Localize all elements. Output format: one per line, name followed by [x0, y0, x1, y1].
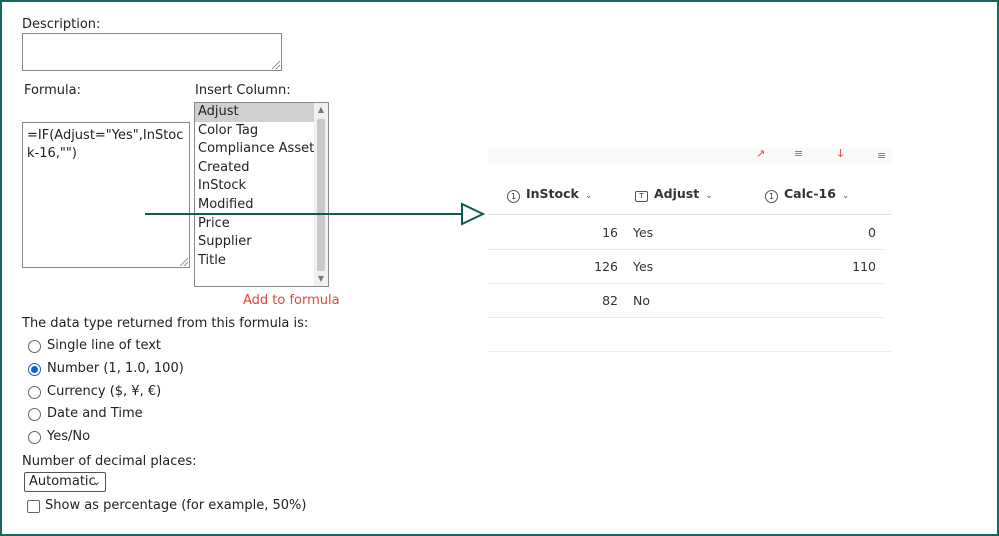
insert-column-label: Insert Column:	[195, 83, 291, 98]
list-view-panel: ↗ ≡ ↓ ≡ 1 InStock ⌄ T Adjust ⌄ 1 Calc-16 ⌄ 16 …	[488, 148, 892, 354]
toolbar-icon-4[interactable]: ≡	[877, 150, 886, 162]
scrollbar-thumb[interactable]	[317, 119, 325, 271]
cell-instock: 126	[594, 259, 618, 274]
radio-single-line-text[interactable]	[28, 340, 41, 353]
column-option-color-tag[interactable]: Color Tag	[195, 122, 316, 141]
description-label: Description:	[22, 17, 101, 32]
cell-instock: 16	[602, 225, 618, 240]
radio-label-date-time: Date and Time	[47, 406, 143, 421]
toolbar-icon-3[interactable]: ↓	[836, 148, 845, 160]
decimal-places-select[interactable]: Automatic ⌄	[24, 472, 106, 492]
table-row[interactable]: 82 No	[488, 283, 884, 318]
show-percentage-label: Show as percentage (for example, 50%)	[45, 498, 307, 513]
column-header-label: InStock	[526, 186, 579, 201]
column-header-label: Calc-16	[784, 186, 836, 201]
callout-arrow-head-icon	[461, 202, 486, 226]
radio-label-yes-no: Yes/No	[47, 429, 91, 444]
column-option-supplier[interactable]: Supplier	[195, 233, 316, 252]
scroll-down-arrow-icon[interactable]: ▼	[314, 272, 328, 286]
column-header-label: Adjust	[654, 186, 700, 201]
decimal-places-value: Automatic	[29, 474, 96, 489]
formula-textarea[interactable]: =IF(Adjust="Yes",InStock-16,"")	[22, 122, 190, 268]
cell-instock: 82	[602, 293, 618, 308]
column-header-calc-16[interactable]: 1 Calc-16 ⌄	[765, 186, 849, 203]
radio-label-number: Number (1, 1.0, 100)	[47, 361, 184, 376]
return-type-label: The data type returned from this formula…	[22, 316, 309, 331]
table-row[interactable]: 126 Yes 110	[488, 249, 884, 284]
scroll-up-arrow-icon[interactable]: ▲	[314, 103, 328, 117]
column-option-title[interactable]: Title	[195, 252, 316, 271]
description-textarea[interactable]	[22, 33, 282, 71]
column-option-instock[interactable]: InStock	[195, 177, 316, 196]
cell-adjust: No	[633, 293, 650, 308]
column-option-created[interactable]: Created	[195, 159, 316, 178]
add-to-formula-link[interactable]: Add to formula	[243, 293, 340, 308]
cell-calc: 110	[852, 259, 876, 274]
resize-grip-icon[interactable]	[272, 61, 280, 69]
chevron-down-icon: ⌄	[584, 191, 593, 201]
toolbar-icon-2[interactable]: ≡	[794, 148, 803, 160]
insert-column-listbox[interactable]: Adjust Color Tag Compliance Asset Id Cre…	[194, 102, 329, 287]
text-icon: T	[635, 191, 648, 202]
column-option-compliance-asset-id[interactable]: Compliance Asset Id	[195, 140, 316, 159]
radio-date-time[interactable]	[28, 408, 41, 421]
table-row[interactable]: 16 Yes 0	[488, 215, 884, 250]
decimal-places-label: Number of decimal places:	[22, 454, 197, 469]
cell-calc: 0	[868, 225, 876, 240]
radio-yes-no[interactable]	[28, 431, 41, 444]
callout-arrow-line	[145, 213, 463, 215]
number-icon: 1	[765, 190, 778, 203]
number-icon: 1	[507, 190, 520, 203]
radio-currency[interactable]	[28, 386, 41, 399]
formula-label: Formula:	[24, 83, 81, 98]
column-option-price[interactable]: Price	[195, 215, 316, 234]
listbox-scrollbar[interactable]: ▲ ▼	[314, 103, 328, 286]
radio-label-currency: Currency ($, ¥, €)	[47, 384, 162, 399]
chevron-down-icon: ⌄	[841, 191, 850, 201]
cell-adjust: Yes	[633, 225, 654, 240]
show-percentage-checkbox[interactable]	[27, 500, 40, 513]
resize-grip-icon[interactable]	[180, 258, 188, 266]
column-header-adjust[interactable]: T Adjust ⌄	[635, 186, 713, 202]
toolbar-strip: ↗ ≡ ↓ ≡	[488, 148, 892, 164]
column-option-adjust[interactable]: Adjust	[195, 103, 316, 122]
column-header-instock[interactable]: 1 InStock ⌄	[507, 186, 592, 203]
cell-adjust: Yes	[633, 259, 654, 274]
list-bottom-divider	[488, 351, 892, 352]
formula-text: =IF(Adjust="Yes",InStock-16,"")	[27, 128, 184, 161]
radio-label-single-line-text: Single line of text	[47, 338, 162, 353]
chevron-down-icon: ⌄	[91, 475, 101, 488]
radio-number[interactable]	[28, 363, 41, 376]
chevron-down-icon: ⌄	[705, 191, 713, 201]
column-option-modified[interactable]: Modified	[195, 196, 316, 215]
toolbar-icon-1[interactable]: ↗	[756, 148, 765, 160]
